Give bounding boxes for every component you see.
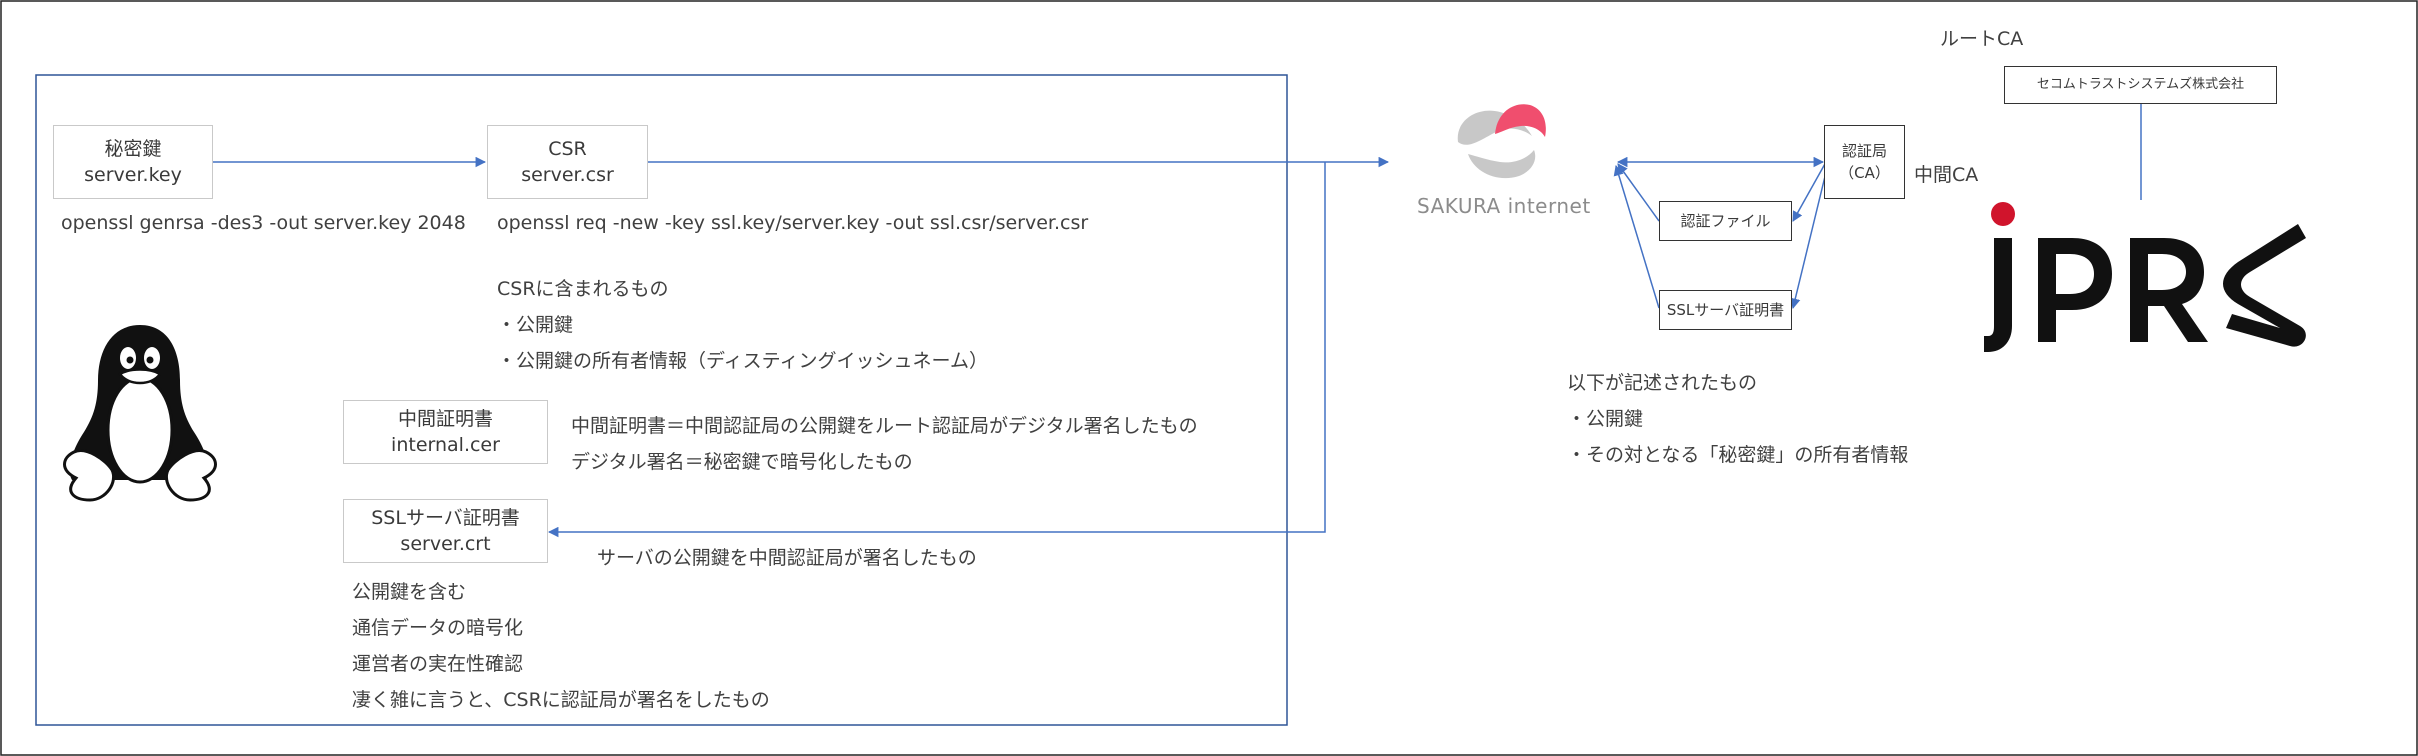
jprs-logo-icon (1984, 202, 2306, 352)
cert-description-item: ・公開鍵 (1567, 408, 1644, 430)
secom-box: セコムトラストシステムズ株式会社 (2004, 66, 2277, 104)
ssl-cert-filename: server.crt (400, 533, 491, 555)
ssl-cert-note: サーバの公開鍵を中間認証局が署名したもの (597, 547, 977, 569)
cert-description-title: 以下が記述されたもの (1567, 372, 1758, 394)
genrsa-command: openssl genrsa -des3 -out server.key 204… (61, 212, 466, 234)
private-key-label: 秘密鍵 (104, 138, 162, 160)
csr-contents-title: CSRに含まれるもの (497, 278, 669, 300)
intermediate-note: デジタル署名＝秘密鍵で暗号化したもの (571, 451, 913, 473)
intermediate-cert-filename: internal.cer (391, 434, 500, 456)
ssl-server-cert-box: SSLサーバ証明書 (1659, 290, 1792, 330)
ca-label: 認証局 (1841, 142, 1887, 160)
diagram-graphics (0, 0, 2418, 756)
intermediate-ca-label: 中間CA (1914, 164, 1979, 186)
intermediate-note: 中間証明書＝中間認証局の公開鍵をルート認証局がデジタル署名したもの (571, 415, 1198, 437)
intermediate-cert-box: 中間証明書 internal.cer (343, 400, 548, 464)
ssl-cert-box: SSLサーバ証明書 server.crt (343, 499, 548, 563)
ssl-point: 公開鍵を含む (352, 581, 467, 603)
diagram-canvas: 秘密鍵 server.key CSR server.csr openssl ge… (0, 0, 2418, 756)
outer-border (0, 0, 2418, 756)
root-ca-label: ルートCA (1940, 28, 2024, 50)
tux-penguin-icon (63, 325, 217, 502)
ssl-point: 凄く雑に言うと、CSRに認証局が署名をしたもの (352, 689, 770, 711)
server-panel-frame (35, 74, 1288, 726)
sakura-logo-text: SAKURA internet (1417, 194, 1591, 218)
csr-contents-item: ・公開鍵 (497, 314, 574, 336)
csr-box: CSR server.csr (487, 125, 648, 199)
private-key-filename: server.key (84, 164, 182, 186)
csr-label: CSR (548, 138, 587, 160)
ca-sublabel: （CA） (1839, 164, 1890, 182)
ssl-cert-label: SSLサーバ証明書 (371, 507, 520, 529)
arrow-sslcert-to-sakura (1613, 164, 1660, 309)
req-command: openssl req -new -key ssl.key/server.key… (497, 212, 1089, 234)
auth-file-box: 認証ファイル (1659, 201, 1792, 241)
ssl-point: 運営者の実在性確認 (352, 653, 524, 675)
ca-box: 認証局 （CA） (1824, 125, 1905, 199)
private-key-box: 秘密鍵 server.key (53, 125, 213, 199)
csr-contents-item: ・公開鍵の所有者情報（ディスティングイッシュネーム） (497, 350, 988, 372)
ssl-point: 通信データの暗号化 (352, 617, 524, 639)
csr-filename: server.csr (521, 164, 614, 186)
intermediate-cert-label: 中間証明書 (397, 408, 493, 430)
arrow-ca-to-sslcert (1790, 163, 1829, 310)
cert-description-item: ・その対となる「秘密鍵」の所有者情報 (1567, 444, 1909, 466)
sakura-logo-icon (1457, 104, 1546, 179)
